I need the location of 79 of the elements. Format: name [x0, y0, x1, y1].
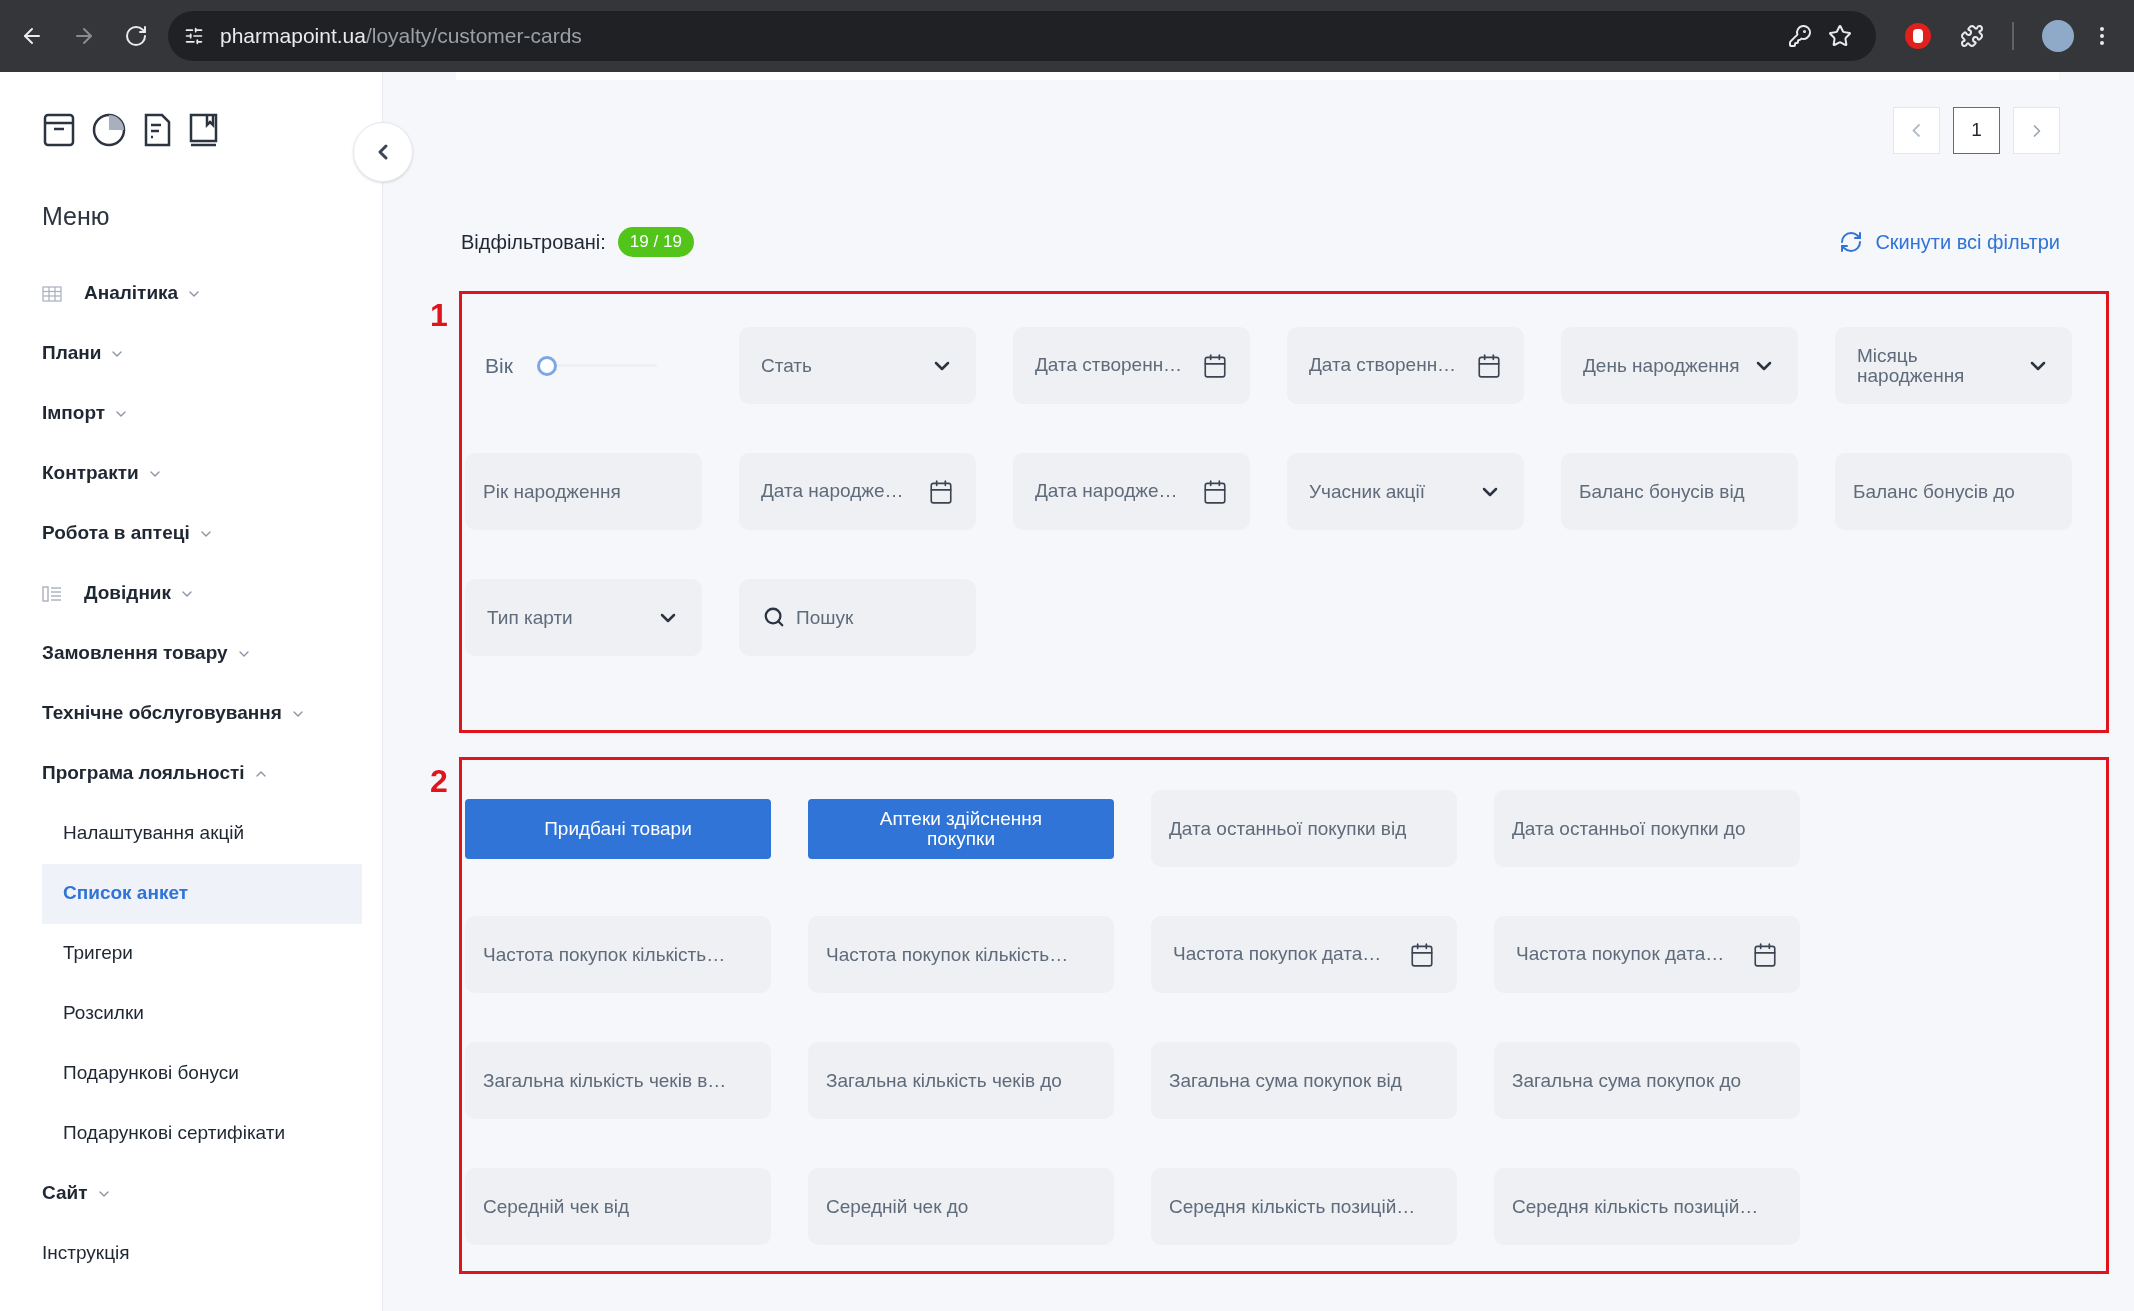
- sidebar-group[interactable]: Аналітика: [42, 263, 203, 324]
- date-field[interactable]: Дата створенн…: [1013, 327, 1250, 404]
- page-button[interactable]: 1: [1953, 107, 2000, 154]
- section-number: 2: [429, 762, 449, 797]
- sidebar-group[interactable]: Замовлення товару: [42, 623, 252, 684]
- sidebar-subitem[interactable]: Подарункові бонуси: [42, 1043, 362, 1104]
- book-icon[interactable]: [187, 112, 219, 148]
- select-dropdown[interactable]: Стать: [739, 327, 976, 404]
- calendar-icon: [1202, 352, 1228, 379]
- address-bar[interactable]: pharmapoint.ua/loyalty/customer-cards: [168, 11, 1876, 61]
- bookmark-star-icon[interactable]: [1828, 24, 1852, 48]
- sidebar-group[interactable]: Плани: [42, 323, 126, 384]
- calendar-icon: [1476, 352, 1502, 379]
- count-badge: 19 / 19: [617, 227, 694, 257]
- filter-button[interactable]: Аптеки здійснення покупки: [808, 798, 1114, 859]
- reload-icon[interactable]: [124, 24, 148, 48]
- search-field[interactable]: Пошук: [739, 579, 976, 656]
- sidebar-group[interactable]: Програма лояльності: [42, 743, 269, 804]
- filter-button[interactable]: Придбані товари: [465, 798, 771, 859]
- input-field[interactable]: Середня кількість позицій…: [1494, 1168, 1800, 1245]
- date-field[interactable]: Частота покупок дата…: [1151, 916, 1457, 993]
- input-field[interactable]: Дата останньої покупки до: [1494, 790, 1800, 867]
- sidebar-group[interactable]: Сайт: [42, 1163, 112, 1224]
- pie-chart-icon[interactable]: [91, 112, 127, 148]
- input-field[interactable]: Баланс бонусів від: [1561, 453, 1798, 530]
- sidebar-group[interactable]: Робота в аптеці: [42, 503, 214, 564]
- age-slider[interactable]: [536, 355, 657, 376]
- section-number: 1: [429, 296, 449, 331]
- sidebar-subitem[interactable]: Подарункові сертифікати: [42, 1103, 362, 1164]
- input-field[interactable]: Загальна сума покупок до: [1494, 1042, 1800, 1119]
- date-field[interactable]: Дата народже…: [739, 453, 976, 530]
- calendar-icon: [1752, 941, 1778, 968]
- input-field[interactable]: Рік народження: [465, 453, 702, 530]
- document-icon[interactable]: [142, 112, 172, 148]
- sidebar-subitem[interactable]: Список анкет: [42, 863, 362, 924]
- extensions-icon[interactable]: [1960, 24, 1984, 48]
- slider-thumb[interactable]: [536, 355, 557, 376]
- input-field[interactable]: Загальна сума покупок від: [1151, 1042, 1457, 1119]
- sidebar-subitem[interactable]: Тригери: [42, 923, 362, 984]
- sidebar-subitem[interactable]: Розсилки: [42, 983, 362, 1044]
- select-dropdown[interactable]: Учасник акції: [1287, 453, 1524, 530]
- input-field[interactable]: Середня кількість позицій…: [1151, 1168, 1457, 1245]
- input-field[interactable]: Середній чек від: [465, 1168, 771, 1245]
- sidebar-link[interactable]: Інструкція: [42, 1223, 130, 1284]
- date-field[interactable]: Дата народже…: [1013, 453, 1250, 530]
- calendar-icon: [928, 478, 954, 505]
- site-settings-icon[interactable]: [184, 26, 204, 46]
- sidebar-group[interactable]: Технічне обслуговування: [42, 683, 306, 744]
- date-field[interactable]: Частота покупок дата…: [1494, 916, 1800, 993]
- input-field[interactable]: Частота покупок кількість…: [808, 916, 1114, 993]
- input-field[interactable]: Загальна кількість чеків в…: [465, 1042, 771, 1119]
- refresh-icon: [1839, 230, 1864, 254]
- date-field[interactable]: Дата створенн…: [1287, 327, 1524, 404]
- calendar-icon: [1202, 478, 1228, 505]
- reset-filters-link[interactable]: Скинути всі фільтри: [1839, 227, 2060, 257]
- input-field[interactable]: Частота покупок кількість…: [465, 916, 771, 993]
- select-dropdown[interactable]: День народження: [1561, 327, 1798, 404]
- calendar-icon: [1409, 941, 1435, 968]
- box-icon[interactable]: [42, 112, 76, 148]
- sidebar-group[interactable]: Довідник: [42, 563, 196, 624]
- sidebar-group[interactable]: Імпорт: [42, 383, 130, 444]
- menu-title: Меню: [42, 201, 111, 232]
- sidebar-subitem[interactable]: Налаштування акцій: [42, 803, 362, 864]
- sidebar-group[interactable]: Контракти: [42, 443, 163, 504]
- input-field[interactable]: Середній чек до: [808, 1168, 1114, 1245]
- search-icon: [763, 606, 785, 628]
- url-text: pharmapoint.ua/loyalty/customer-cards: [220, 23, 583, 50]
- list-icon: [42, 585, 62, 602]
- profile-avatar[interactable]: [2042, 20, 2074, 52]
- select-dropdown[interactable]: Тип карти: [465, 579, 702, 656]
- filtered-label: Відфільтровані:: [461, 230, 606, 255]
- input-field[interactable]: Баланс бонусів до: [1835, 453, 2072, 530]
- chevron-left-icon: [1912, 123, 1921, 138]
- key-icon[interactable]: [1788, 24, 1812, 48]
- age-label: Вік: [485, 352, 513, 379]
- input-field[interactable]: Загальна кількість чеків до: [808, 1042, 1114, 1119]
- grid-icon: [42, 285, 62, 302]
- select-dropdown[interactable]: Місяць народження: [1835, 327, 2072, 404]
- input-field[interactable]: Дата останньої покупки від: [1151, 790, 1457, 867]
